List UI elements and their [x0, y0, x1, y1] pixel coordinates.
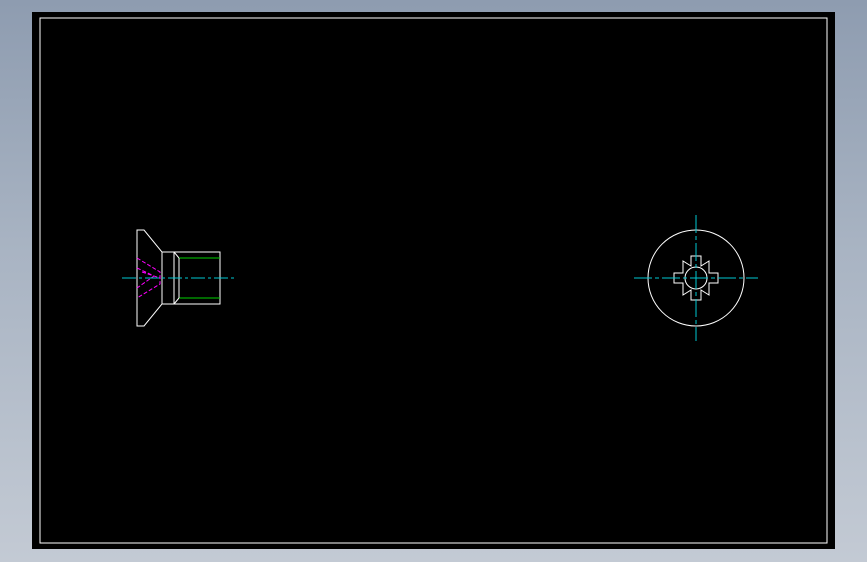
cad-drawing-canvas	[39, 17, 828, 544]
end-view-screw-head	[634, 215, 758, 341]
drawing-sheet	[32, 12, 835, 549]
chamfer-line-bottom	[173, 297, 180, 305]
chamfer-line-top	[173, 251, 180, 259]
drawing-frame	[39, 17, 828, 544]
side-view-screw	[122, 229, 236, 327]
